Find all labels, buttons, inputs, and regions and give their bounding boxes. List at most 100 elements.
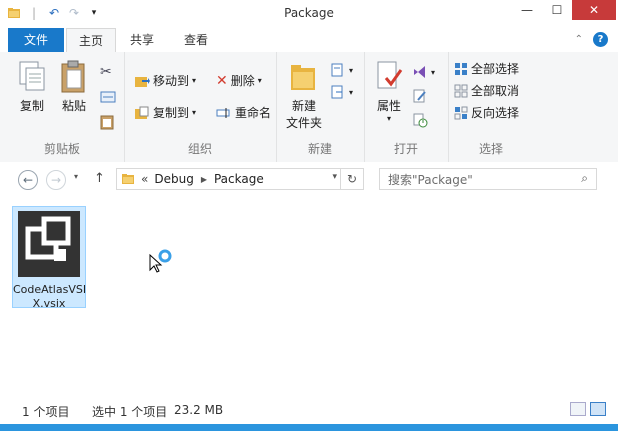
group-new: 新建 文件夹 ▾ ▾ 新建 bbox=[276, 52, 365, 162]
file-name-line-2: X.vsix bbox=[32, 297, 66, 310]
paste-label: 粘贴 bbox=[61, 99, 86, 113]
easy-access-icon bbox=[331, 85, 343, 99]
details-view-button[interactable] bbox=[570, 402, 586, 416]
new-item-icon bbox=[331, 63, 343, 77]
breadcrumb-package[interactable]: Package bbox=[214, 172, 264, 186]
rename-button[interactable]: 重命名 bbox=[216, 104, 271, 121]
search-icon[interactable]: ⌕ bbox=[581, 171, 588, 186]
paste-shortcut-icon bbox=[100, 115, 114, 130]
edit-icon bbox=[413, 89, 426, 103]
properties-icon bbox=[377, 61, 403, 89]
view-toggle bbox=[570, 402, 606, 416]
file-item[interactable]: CodeAtlasVSI X.vsix bbox=[12, 206, 87, 310]
busy-cursor-icon bbox=[149, 248, 175, 277]
select-none-icon bbox=[454, 84, 468, 97]
properties-label: 属性 bbox=[376, 99, 401, 113]
selection-size: 23.2 MB bbox=[174, 403, 224, 417]
vsix-file-icon bbox=[18, 211, 80, 277]
tab-share[interactable]: 共享 bbox=[118, 28, 166, 52]
selection-count: 选中 1 个项目 bbox=[92, 405, 168, 419]
large-icons-view-button[interactable] bbox=[590, 402, 606, 416]
maximize-button[interactable]: ☐ bbox=[542, 0, 572, 20]
chevron-down-icon: ▾ bbox=[74, 172, 79, 181]
group-label-open: 打开 bbox=[393, 142, 418, 156]
dropdown-arrow-icon: ▾ bbox=[349, 65, 354, 75]
new-folder-icon bbox=[291, 65, 315, 90]
visual-studio-icon bbox=[414, 66, 425, 78]
group-clipboard: 复制 粘贴 ✂ 剪贴板 bbox=[0, 52, 125, 162]
help-icon[interactable]: ? bbox=[593, 32, 608, 47]
group-label-organize: 组织 bbox=[187, 142, 212, 156]
up-button[interactable]: ↑ bbox=[94, 171, 105, 186]
tab-home[interactable]: 主页 bbox=[66, 28, 116, 54]
copy-icon bbox=[19, 61, 45, 91]
up-arrow-icon: ↑ bbox=[94, 171, 105, 186]
file-list: CodeAtlasVSI X.vsix bbox=[0, 198, 618, 396]
back-arrow-icon: ← bbox=[22, 173, 34, 187]
invert-selection-button[interactable]: 反向选择 bbox=[454, 104, 519, 121]
edit-button[interactable] bbox=[412, 88, 428, 104]
forward-button[interactable]: → bbox=[46, 170, 66, 190]
select-all-button[interactable]: 全部选择 bbox=[454, 60, 519, 77]
item-count: 1 个项目 bbox=[22, 405, 70, 419]
dropdown-arrow-icon: ▾ bbox=[192, 108, 197, 117]
tab-file[interactable]: 文件 bbox=[8, 28, 64, 52]
folder-icon bbox=[122, 174, 134, 184]
select-none-button[interactable]: 全部取消 bbox=[454, 82, 519, 99]
copy-button[interactable]: 复制 bbox=[14, 60, 50, 114]
file-name-line-1: CodeAtlasVSI bbox=[13, 283, 87, 296]
paste-shortcut-button[interactable] bbox=[100, 114, 114, 130]
new-item-button[interactable]: ▾ bbox=[330, 62, 353, 78]
group-organize: 移动到 ▾ 复制到 ▾ ✕ 删除 ▾ 重命名 组织 bbox=[124, 52, 277, 162]
move-to-icon bbox=[135, 76, 150, 87]
scissors-icon: ✂ bbox=[100, 64, 112, 80]
new-folder-label-2: 文件夹 bbox=[285, 116, 322, 130]
collapse-ribbon-icon[interactable]: ⌃ bbox=[575, 34, 583, 45]
copy-to-icon bbox=[135, 106, 149, 119]
delete-label: 删除 bbox=[230, 74, 255, 88]
dropdown-arrow-icon: ▾ bbox=[257, 76, 262, 85]
dropdown-arrow-icon: ▾ bbox=[192, 76, 197, 85]
copy-to-label: 复制到 bbox=[153, 106, 190, 120]
delete-x-icon: ✕ bbox=[216, 72, 228, 89]
copy-label: 复制 bbox=[19, 99, 44, 113]
select-all-label: 全部选择 bbox=[471, 62, 520, 76]
open-button[interactable]: ▾ bbox=[412, 64, 435, 80]
easy-access-button[interactable]: ▾ bbox=[330, 84, 353, 100]
invert-selection-label: 反向选择 bbox=[471, 106, 520, 120]
invert-selection-icon bbox=[454, 106, 468, 119]
group-label-clipboard: 剪贴板 bbox=[43, 142, 80, 156]
forward-arrow-icon: → bbox=[50, 173, 62, 187]
address-history-button[interactable]: ▾ bbox=[332, 172, 337, 182]
move-to-button[interactable]: 移动到 ▾ bbox=[134, 72, 196, 89]
new-folder-button[interactable]: 新建 文件夹 bbox=[284, 60, 324, 131]
address-bar[interactable]: « Debug ▶ Package ▾ ↻ bbox=[116, 168, 364, 190]
recent-locations-button[interactable]: ▾ bbox=[74, 172, 78, 181]
ribbon: 复制 粘贴 ✂ 剪贴板 移动到 ▾ 复制到 ▾ ✕ 删除 ▾ 重命名 组织 新建… bbox=[0, 52, 618, 163]
refresh-icon[interactable]: ↻ bbox=[340, 169, 363, 189]
rename-label: 重命名 bbox=[235, 106, 272, 120]
new-folder-label-1: 新建 bbox=[291, 99, 316, 113]
history-button[interactable] bbox=[412, 112, 428, 128]
close-button[interactable]: ✕ bbox=[572, 0, 616, 20]
paste-button[interactable]: 粘贴 bbox=[56, 60, 92, 114]
tab-view[interactable]: 查看 bbox=[170, 28, 222, 52]
paste-icon bbox=[61, 60, 85, 93]
minimize-button[interactable]: — bbox=[512, 0, 542, 20]
properties-button[interactable]: 属性 ▾ bbox=[370, 60, 408, 123]
copy-path-icon bbox=[100, 91, 116, 103]
delete-button[interactable]: ✕ 删除 ▾ bbox=[216, 72, 262, 89]
copy-to-button[interactable]: 复制到 ▾ bbox=[134, 104, 196, 121]
search-input[interactable]: 搜索"Package" bbox=[388, 171, 473, 188]
breadcrumb-debug[interactable]: Debug bbox=[154, 172, 193, 186]
address-overflow[interactable]: « bbox=[141, 172, 148, 186]
copy-path-button[interactable] bbox=[100, 90, 116, 104]
group-open: 属性 ▾ ▾ 打开 bbox=[364, 52, 449, 162]
ribbon-tabs: 文件 主页 共享 查看 ⌃ ? bbox=[0, 28, 618, 54]
move-to-label: 移动到 bbox=[153, 74, 190, 88]
cut-button[interactable]: ✂ bbox=[100, 64, 112, 80]
search-box[interactable]: 搜索"Package" ⌕ bbox=[379, 168, 597, 190]
chevron-right-icon[interactable]: ▶ bbox=[201, 175, 207, 184]
window-controls: — ☐ ✕ bbox=[512, 0, 616, 20]
back-button[interactable]: ← bbox=[18, 170, 38, 190]
